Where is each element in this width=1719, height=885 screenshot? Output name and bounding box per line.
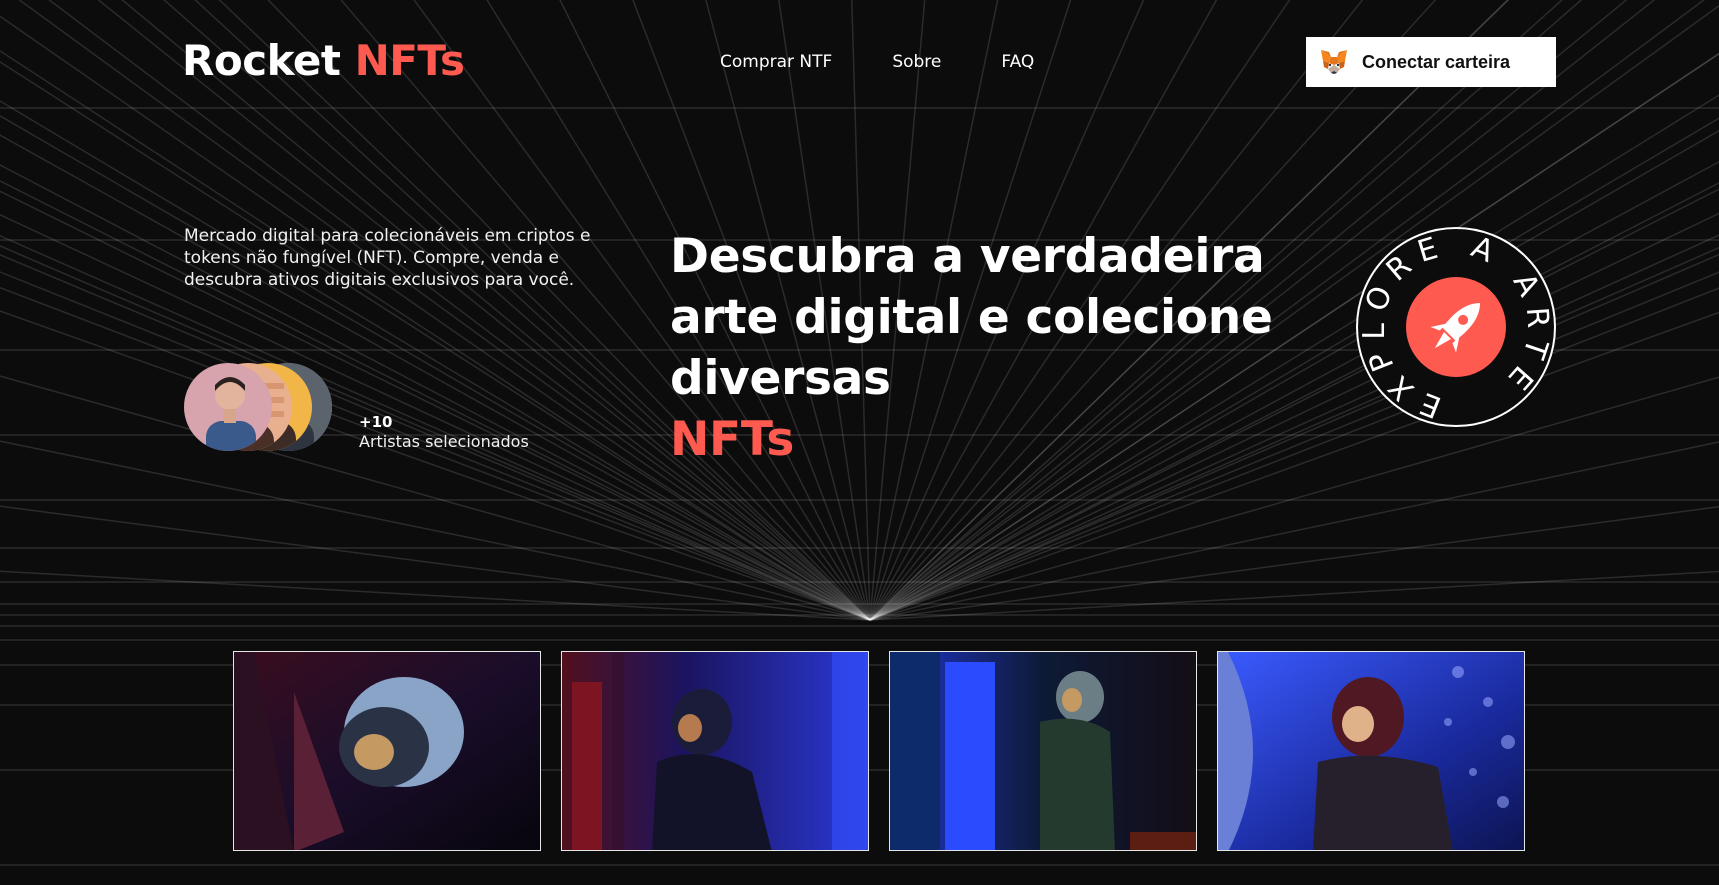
astronaut-image [890,652,1196,850]
nft-card[interactable] [233,651,541,851]
explore-art-badge[interactable]: EXPLORE A ARTE [1340,211,1572,443]
nav-item-sobre[interactable]: Sobre [892,52,941,72]
artist-avatars [184,363,354,451]
nav-item-comprar[interactable]: Comprar NTF [720,52,832,72]
hero-description: Mercado digital para colecionáveis em cr… [184,226,591,290]
nft-card[interactable] [1217,651,1525,851]
astronaut-image [234,652,540,850]
nft-card[interactable] [561,651,869,851]
avatar [184,363,272,451]
artists-label: Artistas selecionados [359,432,529,451]
metamask-fox-icon [1320,49,1348,75]
astronaut-image [562,652,868,850]
nav-item-faq[interactable]: FAQ [1001,52,1034,72]
astronaut-image [1218,652,1524,850]
hero-headline-text: Descubra a verdadeira arte digital e col… [670,229,1273,406]
brand-name: Rocket [182,36,341,85]
brand-logo[interactable]: Rocket NFTs [182,36,465,85]
hero-headline-accent: NFTs [670,412,795,467]
main-nav: Comprar NTF Sobre FAQ [720,52,1034,72]
artists-count: +10 [359,413,393,431]
nft-gallery [233,651,1525,851]
connect-wallet-label: Conectar carteira [1362,51,1511,72]
hero-headline: Descubra a verdadeira arte digital e col… [670,226,1290,470]
nft-card[interactable] [889,651,1197,851]
brand-accent: NFTs [354,36,465,85]
connect-wallet-button[interactable]: Conectar carteira [1306,37,1556,87]
